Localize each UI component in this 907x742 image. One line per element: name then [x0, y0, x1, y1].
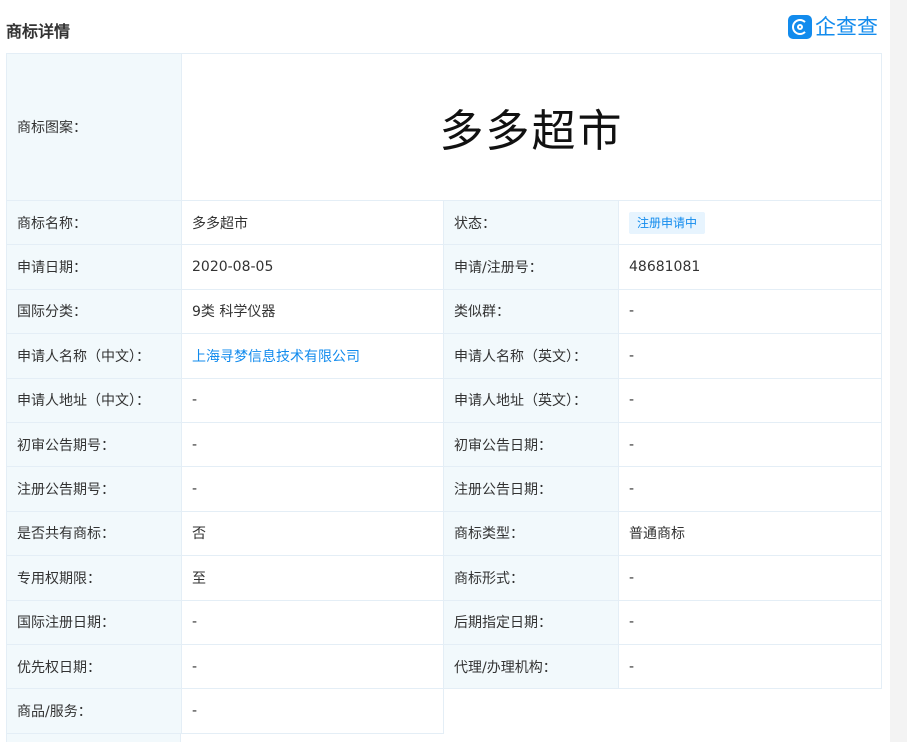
label-reg-notice-no: 注册公告期号：: [6, 466, 182, 512]
qichacha-logo-icon: [788, 15, 812, 39]
label-agency: 代理/办理机构：: [443, 643, 619, 690]
value-status-cell: 注册申请中: [617, 199, 883, 246]
trademark-detail-table: 商标图案： 多多超市 商标名称： 多多超市 状态： 注册申请中 申请日期： 20…: [6, 53, 883, 734]
value-address-en: -: [617, 377, 883, 423]
label-reg-notice-date: 注册公告日期：: [443, 466, 619, 512]
value-intl-reg-date: -: [181, 599, 444, 645]
label-intl-reg-date: 国际注册日期：: [6, 599, 182, 645]
label-reg-no: 申请/注册号：: [443, 244, 619, 290]
table-row: 注册公告期号： - 注册公告日期： -: [6, 466, 883, 512]
label-applicant-en: 申请人名称（英文）：: [443, 333, 619, 379]
mark-image-cell: 多多超市: [180, 53, 883, 201]
label-later-date: 后期指定日期：: [443, 599, 619, 645]
label-priority-date: 优先权日期：: [6, 643, 182, 690]
table-row: 申请人地址（中文）： - 申请人地址（英文）： -: [6, 377, 883, 423]
value-shared: 否: [181, 510, 444, 557]
table-row: 国际注册日期： - 后期指定日期： -: [6, 599, 883, 645]
header: 商标详情 企查查: [0, 0, 907, 54]
label-status: 状态：: [443, 199, 619, 246]
next-row-partial: [6, 733, 443, 742]
value-intl-class: 9类 科学仪器: [181, 288, 444, 335]
qichacha-logo[interactable]: 企查查: [788, 13, 878, 41]
value-reg-notice-date: -: [617, 466, 883, 512]
page-title: 商标详情: [6, 22, 71, 41]
label-apply-date: 申请日期：: [6, 244, 182, 290]
value-reg-no: 48681081: [617, 244, 883, 290]
label-shared: 是否共有商标：: [6, 510, 182, 557]
label-goods: 商品/服务：: [6, 688, 182, 734]
scrollbar-track[interactable]: [890, 0, 907, 742]
table-row: 申请人名称（中文）： 上海寻梦信息技术有限公司 申请人名称（英文）： -: [6, 333, 883, 379]
logo-text: 企查查: [815, 15, 878, 39]
trademark-image[interactable]: 多多超市: [192, 95, 871, 159]
status-badge: 注册申请中: [629, 211, 706, 234]
label-address-en: 申请人地址（英文）：: [443, 377, 619, 423]
label-applicant-cn: 申请人名称（中文）：: [6, 333, 182, 379]
table-row: 是否共有商标： 否 商标类型： 普通商标: [6, 510, 883, 557]
table-row: 商标图案： 多多超市: [6, 53, 883, 201]
label-prelim-date: 初审公告日期：: [443, 421, 619, 468]
label-exclusive-period: 专用权期限：: [6, 555, 182, 601]
value-apply-date: 2020-08-05: [181, 244, 444, 290]
value-prelim-no: -: [181, 421, 444, 468]
value-prelim-date: -: [617, 421, 883, 468]
empty-cell: [443, 688, 882, 734]
label-similar-group: 类似群：: [443, 288, 619, 335]
table-row: 初审公告期号： - 初审公告日期： -: [6, 421, 883, 468]
label-name: 商标名称：: [6, 199, 182, 246]
value-goods: -: [181, 688, 444, 734]
table-row: 商标名称： 多多超市 状态： 注册申请中: [6, 199, 883, 246]
value-mark-type: 普通商标: [617, 510, 883, 557]
value-priority-date: -: [181, 643, 444, 690]
label-prelim-no: 初审公告期号：: [6, 421, 182, 468]
value-reg-notice-no: -: [181, 466, 444, 512]
label-mark-type: 商标类型：: [443, 510, 619, 557]
label-mark-form: 商标形式：: [443, 555, 619, 601]
value-later-date: -: [617, 599, 883, 645]
value-mark-form: -: [617, 555, 883, 601]
value-address-cn: -: [181, 377, 444, 423]
value-applicant-cn-cell: 上海寻梦信息技术有限公司: [181, 333, 444, 379]
label-mark-image: 商标图案：: [6, 53, 182, 201]
value-name: 多多超市: [181, 199, 444, 246]
table-row: 优先权日期： - 代理/办理机构： -: [6, 643, 883, 690]
table-row: 商品/服务： -: [6, 688, 882, 734]
label-address-cn: 申请人地址（中文）：: [6, 377, 182, 423]
value-agency: -: [617, 643, 883, 690]
value-similar-group: -: [617, 288, 883, 335]
label-intl-class: 国际分类：: [6, 288, 182, 335]
table-row: 专用权期限： 至 商标形式： -: [6, 555, 883, 601]
table-row: 申请日期： 2020-08-05 申请/注册号： 48681081: [6, 244, 883, 290]
table-row: 国际分类： 9类 科学仪器 类似群： -: [6, 288, 883, 335]
value-applicant-en: -: [617, 333, 883, 379]
applicant-link[interactable]: 上海寻梦信息技术有限公司: [192, 349, 360, 365]
value-exclusive-period: 至: [181, 555, 444, 601]
